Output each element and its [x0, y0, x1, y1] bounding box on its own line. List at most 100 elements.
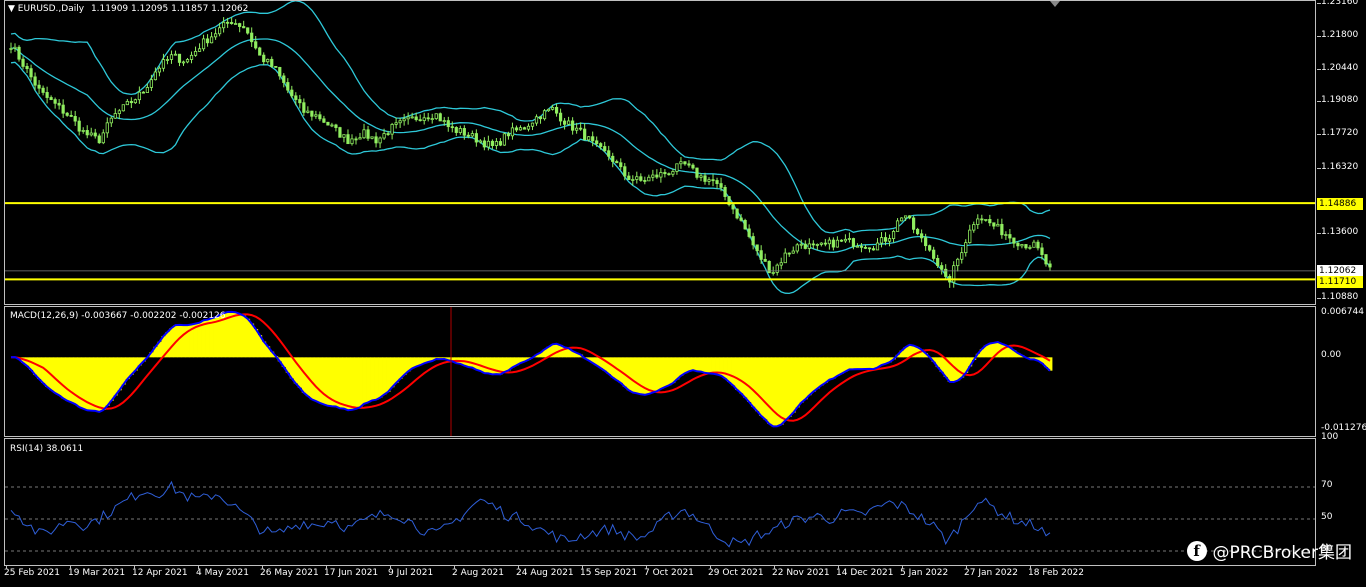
candle-body	[466, 134, 470, 137]
candle-body	[623, 166, 627, 177]
candle-body	[940, 265, 944, 270]
macd-histogram-bar	[209, 318, 214, 358]
candle-body	[976, 218, 980, 225]
candle-body	[378, 137, 382, 144]
candle-body	[587, 136, 591, 141]
candle-body	[562, 120, 567, 125]
candle-body	[1032, 241, 1036, 248]
candle-body	[165, 59, 170, 61]
macd-histogram-bar	[731, 357, 736, 386]
candle-body	[446, 120, 450, 128]
candle-body	[803, 243, 807, 249]
candle-body	[474, 133, 478, 143]
candle-body	[201, 38, 206, 50]
macd-main-line	[10, 310, 1051, 428]
candle-body	[514, 127, 519, 131]
candle-body	[907, 215, 912, 219]
date-axis-label: 25 Feb 2021	[4, 568, 61, 578]
macd-histogram-bar	[819, 357, 824, 386]
candle-body	[711, 179, 715, 182]
rsi-axis-label: 100	[1321, 432, 1339, 442]
candle-body	[306, 110, 310, 113]
candle-body	[113, 113, 117, 119]
macd-histogram-bar	[101, 357, 106, 410]
macd-histogram-bar	[727, 357, 732, 382]
candle-body	[875, 242, 880, 251]
candle-body	[157, 67, 162, 73]
date-axis-tickmark	[6, 566, 7, 569]
candle-body	[422, 117, 426, 121]
candle-body	[109, 117, 113, 124]
candle-body	[193, 51, 198, 56]
macd-histogram-bar	[771, 357, 776, 427]
macd-histogram-bar	[345, 357, 351, 411]
candle-body	[779, 262, 783, 266]
macd-histogram-bar	[755, 357, 760, 412]
macd-histogram-bar	[811, 357, 816, 392]
date-axis-tickmark	[582, 566, 583, 569]
candle-body	[294, 95, 298, 100]
candle-body	[326, 121, 330, 126]
macd-histogram-bar	[374, 357, 379, 400]
candle-body	[197, 48, 202, 52]
candle-body	[715, 180, 719, 184]
candle-body	[41, 87, 45, 93]
macd-histogram-bar	[205, 319, 210, 358]
candle-body	[579, 127, 583, 130]
dropdown-triangle-icon[interactable]: ▼	[8, 4, 15, 14]
candle-body	[262, 54, 266, 63]
macd-histogram-bar	[65, 357, 70, 401]
price-axis-label: 1.13600	[1321, 226, 1359, 237]
candle-body	[21, 58, 25, 67]
candle-body	[903, 215, 908, 219]
candle-body	[338, 127, 342, 138]
candle-body	[374, 136, 378, 144]
macd-histogram-bar	[707, 357, 712, 374]
macd-histogram-bar	[482, 357, 487, 374]
candle-body	[723, 186, 727, 197]
candle-body	[366, 129, 370, 139]
price-chart-pane[interactable]: ▼ EURUSD.,Daily 1.11909 1.12095 1.11857 …	[4, 0, 1316, 305]
candle-body	[185, 59, 190, 63]
candle-body	[234, 23, 238, 25]
rsi-svg	[5, 480, 1315, 552]
candle-body	[318, 114, 322, 120]
macd-histogram-bar	[630, 357, 636, 393]
candle-body	[643, 180, 647, 182]
ohlc-values: 1.11909 1.12095 1.11857 1.12062	[90, 4, 249, 14]
candle-body	[691, 164, 695, 169]
candle-body	[286, 82, 290, 91]
candle-body	[406, 116, 410, 120]
candle-body	[627, 175, 631, 180]
candle-body	[839, 239, 843, 242]
candle-body	[687, 163, 691, 166]
date-axis-label: 15 Sep 2021	[580, 568, 638, 578]
candle-body	[278, 67, 282, 77]
candle-body	[751, 236, 755, 246]
candle-body	[871, 248, 876, 251]
candle-body	[53, 99, 57, 104]
candle-body	[370, 136, 374, 139]
candle-body	[671, 171, 675, 175]
macd-histogram-bar	[390, 357, 395, 388]
rsi-pane[interactable]: RSI(14) 38.0611	[4, 438, 1316, 566]
date-axis-label: 18 Feb 2022	[1028, 568, 1085, 578]
candle-body	[238, 23, 242, 27]
candle-body	[222, 21, 226, 29]
candle-body	[274, 66, 278, 68]
candle-body	[827, 239, 831, 245]
macd-pane[interactable]: MACD(12,26,9) -0.003667 -0.002202 -0.002…	[4, 306, 1316, 437]
candle-body	[462, 128, 466, 136]
scroll-marker-icon[interactable]	[1050, 1, 1060, 7]
candle-body	[968, 229, 972, 244]
macd-label: MACD(12,26,9) -0.003667 -0.002202 -0.002…	[10, 311, 226, 321]
date-axis-label: 2 Aug 2021	[452, 568, 504, 578]
macd-histogram-bar	[658, 357, 664, 389]
candle-body	[591, 136, 595, 142]
candle-body	[887, 238, 892, 242]
candle-body	[218, 27, 222, 35]
candle-body	[37, 84, 41, 89]
macd-histogram-bar	[297, 357, 303, 388]
macd-histogram-bar	[654, 357, 660, 392]
candle-body	[478, 140, 482, 143]
